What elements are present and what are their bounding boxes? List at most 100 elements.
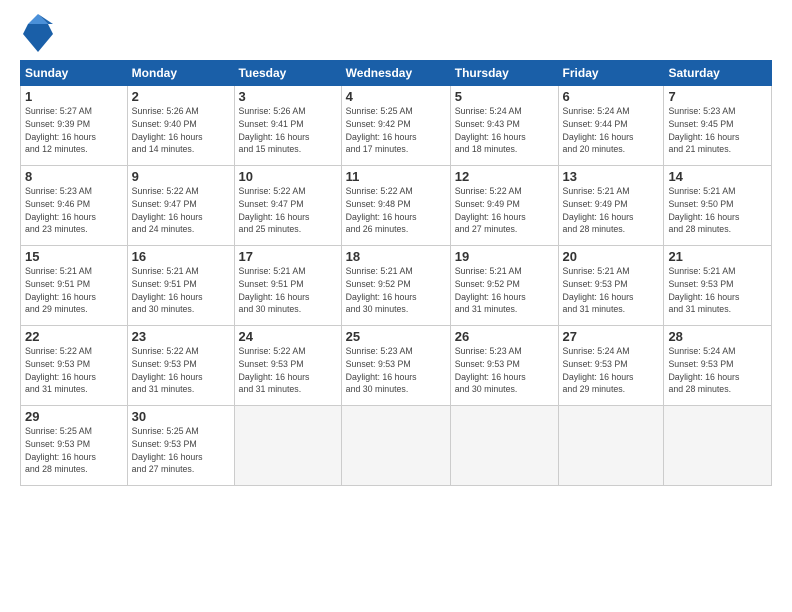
table-row: 21Sunrise: 5:21 AMSunset: 9:53 PMDayligh…: [664, 246, 772, 326]
day-info: Sunrise: 5:24 AMSunset: 9:53 PMDaylight:…: [668, 345, 767, 396]
day-number: 12: [455, 169, 554, 184]
day-number: 10: [239, 169, 337, 184]
col-saturday: Saturday: [664, 61, 772, 86]
table-row: 16Sunrise: 5:21 AMSunset: 9:51 PMDayligh…: [127, 246, 234, 326]
day-number: 24: [239, 329, 337, 344]
table-row: 30Sunrise: 5:25 AMSunset: 9:53 PMDayligh…: [127, 406, 234, 486]
day-number: 1: [25, 89, 123, 104]
table-row: 1Sunrise: 5:27 AMSunset: 9:39 PMDaylight…: [21, 86, 128, 166]
table-row: [664, 406, 772, 486]
day-info: Sunrise: 5:27 AMSunset: 9:39 PMDaylight:…: [25, 105, 123, 156]
day-number: 8: [25, 169, 123, 184]
day-info: Sunrise: 5:22 AMSunset: 9:53 PMDaylight:…: [25, 345, 123, 396]
day-number: 15: [25, 249, 123, 264]
day-info: Sunrise: 5:22 AMSunset: 9:47 PMDaylight:…: [239, 185, 337, 236]
day-info: Sunrise: 5:22 AMSunset: 9:53 PMDaylight:…: [239, 345, 337, 396]
table-row: 15Sunrise: 5:21 AMSunset: 9:51 PMDayligh…: [21, 246, 128, 326]
table-row: [234, 406, 341, 486]
day-number: 16: [132, 249, 230, 264]
table-row: 10Sunrise: 5:22 AMSunset: 9:47 PMDayligh…: [234, 166, 341, 246]
day-number: 21: [668, 249, 767, 264]
table-row: 17Sunrise: 5:21 AMSunset: 9:51 PMDayligh…: [234, 246, 341, 326]
col-sunday: Sunday: [21, 61, 128, 86]
day-number: 29: [25, 409, 123, 424]
table-row: 11Sunrise: 5:22 AMSunset: 9:48 PMDayligh…: [341, 166, 450, 246]
day-info: Sunrise: 5:24 AMSunset: 9:53 PMDaylight:…: [563, 345, 660, 396]
table-row: [341, 406, 450, 486]
day-info: Sunrise: 5:22 AMSunset: 9:53 PMDaylight:…: [132, 345, 230, 396]
table-row: 3Sunrise: 5:26 AMSunset: 9:41 PMDaylight…: [234, 86, 341, 166]
day-info: Sunrise: 5:21 AMSunset: 9:52 PMDaylight:…: [455, 265, 554, 316]
table-row: 25Sunrise: 5:23 AMSunset: 9:53 PMDayligh…: [341, 326, 450, 406]
day-info: Sunrise: 5:22 AMSunset: 9:47 PMDaylight:…: [132, 185, 230, 236]
day-info: Sunrise: 5:24 AMSunset: 9:43 PMDaylight:…: [455, 105, 554, 156]
day-number: 18: [346, 249, 446, 264]
day-number: 22: [25, 329, 123, 344]
day-info: Sunrise: 5:21 AMSunset: 9:53 PMDaylight:…: [668, 265, 767, 316]
day-info: Sunrise: 5:23 AMSunset: 9:53 PMDaylight:…: [455, 345, 554, 396]
logo-icon: [23, 14, 53, 52]
day-number: 27: [563, 329, 660, 344]
day-info: Sunrise: 5:23 AMSunset: 9:53 PMDaylight:…: [346, 345, 446, 396]
table-row: 14Sunrise: 5:21 AMSunset: 9:50 PMDayligh…: [664, 166, 772, 246]
calendar-table: Sunday Monday Tuesday Wednesday Thursday…: [20, 60, 772, 486]
day-info: Sunrise: 5:22 AMSunset: 9:49 PMDaylight:…: [455, 185, 554, 236]
day-info: Sunrise: 5:21 AMSunset: 9:49 PMDaylight:…: [563, 185, 660, 236]
day-number: 2: [132, 89, 230, 104]
table-row: 24Sunrise: 5:22 AMSunset: 9:53 PMDayligh…: [234, 326, 341, 406]
table-row: 5Sunrise: 5:24 AMSunset: 9:43 PMDaylight…: [450, 86, 558, 166]
table-row: 27Sunrise: 5:24 AMSunset: 9:53 PMDayligh…: [558, 326, 664, 406]
col-tuesday: Tuesday: [234, 61, 341, 86]
day-info: Sunrise: 5:25 AMSunset: 9:53 PMDaylight:…: [25, 425, 123, 476]
col-wednesday: Wednesday: [341, 61, 450, 86]
day-number: 6: [563, 89, 660, 104]
table-row: 8Sunrise: 5:23 AMSunset: 9:46 PMDaylight…: [21, 166, 128, 246]
day-number: 25: [346, 329, 446, 344]
day-number: 4: [346, 89, 446, 104]
table-row: [558, 406, 664, 486]
calendar-header-row: Sunday Monday Tuesday Wednesday Thursday…: [21, 61, 772, 86]
day-number: 11: [346, 169, 446, 184]
day-number: 26: [455, 329, 554, 344]
day-number: 7: [668, 89, 767, 104]
col-thursday: Thursday: [450, 61, 558, 86]
day-number: 19: [455, 249, 554, 264]
table-row: 28Sunrise: 5:24 AMSunset: 9:53 PMDayligh…: [664, 326, 772, 406]
page: Sunday Monday Tuesday Wednesday Thursday…: [0, 0, 792, 612]
logo: [20, 18, 53, 52]
day-info: Sunrise: 5:21 AMSunset: 9:51 PMDaylight:…: [25, 265, 123, 316]
day-number: 5: [455, 89, 554, 104]
day-info: Sunrise: 5:21 AMSunset: 9:51 PMDaylight:…: [132, 265, 230, 316]
day-info: Sunrise: 5:26 AMSunset: 9:40 PMDaylight:…: [132, 105, 230, 156]
day-number: 13: [563, 169, 660, 184]
table-row: 2Sunrise: 5:26 AMSunset: 9:40 PMDaylight…: [127, 86, 234, 166]
table-row: 7Sunrise: 5:23 AMSunset: 9:45 PMDaylight…: [664, 86, 772, 166]
table-row: 22Sunrise: 5:22 AMSunset: 9:53 PMDayligh…: [21, 326, 128, 406]
day-number: 28: [668, 329, 767, 344]
day-number: 17: [239, 249, 337, 264]
day-info: Sunrise: 5:24 AMSunset: 9:44 PMDaylight:…: [563, 105, 660, 156]
day-info: Sunrise: 5:21 AMSunset: 9:52 PMDaylight:…: [346, 265, 446, 316]
col-friday: Friday: [558, 61, 664, 86]
table-row: 29Sunrise: 5:25 AMSunset: 9:53 PMDayligh…: [21, 406, 128, 486]
table-row: [450, 406, 558, 486]
table-row: 18Sunrise: 5:21 AMSunset: 9:52 PMDayligh…: [341, 246, 450, 326]
day-info: Sunrise: 5:25 AMSunset: 9:42 PMDaylight:…: [346, 105, 446, 156]
table-row: 23Sunrise: 5:22 AMSunset: 9:53 PMDayligh…: [127, 326, 234, 406]
day-info: Sunrise: 5:26 AMSunset: 9:41 PMDaylight:…: [239, 105, 337, 156]
day-number: 14: [668, 169, 767, 184]
day-info: Sunrise: 5:22 AMSunset: 9:48 PMDaylight:…: [346, 185, 446, 236]
table-row: 13Sunrise: 5:21 AMSunset: 9:49 PMDayligh…: [558, 166, 664, 246]
day-info: Sunrise: 5:23 AMSunset: 9:45 PMDaylight:…: [668, 105, 767, 156]
day-number: 3: [239, 89, 337, 104]
day-info: Sunrise: 5:21 AMSunset: 9:50 PMDaylight:…: [668, 185, 767, 236]
table-row: 20Sunrise: 5:21 AMSunset: 9:53 PMDayligh…: [558, 246, 664, 326]
day-number: 30: [132, 409, 230, 424]
day-info: Sunrise: 5:21 AMSunset: 9:53 PMDaylight:…: [563, 265, 660, 316]
table-row: 19Sunrise: 5:21 AMSunset: 9:52 PMDayligh…: [450, 246, 558, 326]
day-number: 20: [563, 249, 660, 264]
table-row: 4Sunrise: 5:25 AMSunset: 9:42 PMDaylight…: [341, 86, 450, 166]
col-monday: Monday: [127, 61, 234, 86]
header: [20, 18, 772, 52]
day-info: Sunrise: 5:23 AMSunset: 9:46 PMDaylight:…: [25, 185, 123, 236]
